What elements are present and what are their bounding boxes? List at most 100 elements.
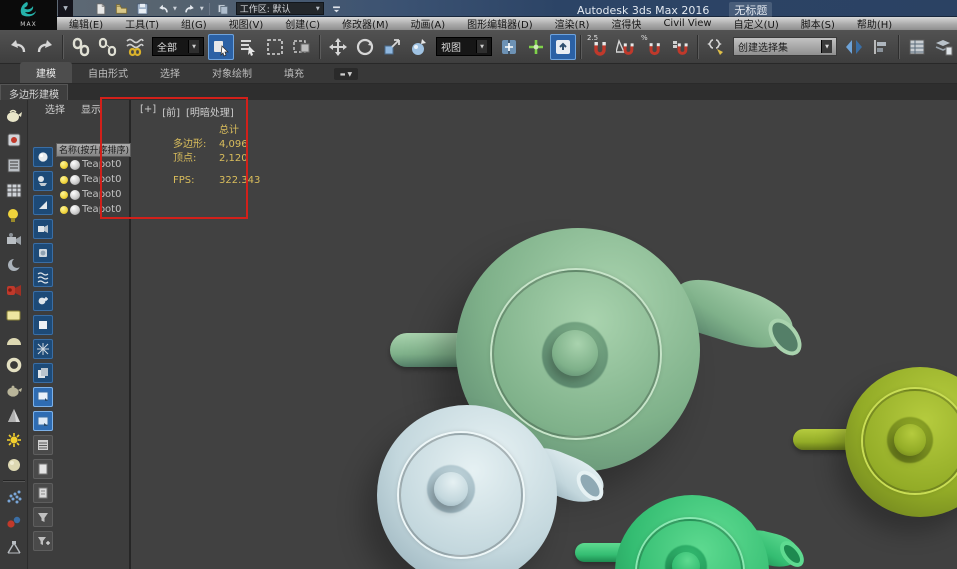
menu-help[interactable]: 帮助(H) — [846, 16, 903, 31]
layer-explorer-button[interactable] — [904, 34, 930, 60]
display-dome-icon[interactable] — [2, 329, 26, 351]
ribbon-tab-modeling[interactable]: 建模 — [20, 62, 72, 83]
select-and-rotate-button[interactable] — [352, 34, 378, 60]
explorer-menu-select[interactable]: 选择 — [45, 101, 65, 116]
select-and-place-button[interactable] — [406, 34, 432, 60]
redo-button[interactable] — [182, 2, 198, 16]
teapot-olive[interactable] — [793, 367, 957, 517]
menu-tools[interactable]: 工具(T) — [114, 16, 170, 31]
menu-views[interactable]: 视图(V) — [218, 16, 275, 31]
angle-snap-toggle[interactable] — [613, 34, 639, 60]
reference-coordinate-system-dropdown[interactable]: 视图 ▼ — [436, 37, 492, 56]
undo-dropdown-caret[interactable]: ▼ — [173, 6, 177, 12]
undo-button[interactable] — [155, 2, 171, 16]
menu-graph-editors[interactable]: 图形编辑器(D) — [456, 16, 544, 31]
menu-civil-view[interactable]: Civil View — [652, 18, 722, 29]
visibility-bulb-icon[interactable] — [60, 205, 68, 214]
ribbon-tab-object-paint[interactable]: 对象绘制 — [196, 62, 268, 83]
select-and-manipulate-button[interactable] — [523, 34, 549, 60]
filter-waves-icon[interactable] — [32, 267, 53, 287]
viewport-menu-general[interactable]: [+] — [140, 104, 156, 119]
list-item-teapot-2[interactable]: Teapot0 — [56, 172, 131, 187]
teapot-pale-blue[interactable] — [377, 405, 610, 569]
visibility-bulb-icon[interactable] — [60, 190, 68, 199]
ribbon-tab-freeform[interactable]: 自由形式 — [72, 62, 144, 83]
display-shapes-icon[interactable] — [2, 129, 26, 151]
display-cameras-icon[interactable] — [2, 229, 26, 251]
filter-sphere-icon[interactable] — [32, 243, 53, 263]
display-omni-light-icon[interactable] — [2, 429, 26, 451]
list-item-teapot-4[interactable]: Teapot0 — [56, 202, 131, 217]
percent-snap-toggle[interactable]: % — [640, 34, 666, 60]
keyboard-shortcut-override-toggle[interactable] — [550, 33, 576, 60]
display-lights-icon[interactable] — [2, 204, 26, 226]
redo-dropdown-caret[interactable]: ▼ — [200, 6, 204, 12]
spinner-snap-toggle[interactable] — [667, 34, 693, 60]
menu-renderfarm[interactable]: 渲得快 — [600, 16, 652, 31]
display-particles-icon[interactable] — [2, 486, 26, 508]
explorer-page-icon-2[interactable] — [32, 483, 53, 503]
explorer-window-toggle-1[interactable] — [32, 387, 53, 407]
display-ring-icon[interactable] — [2, 354, 26, 376]
logo-dropdown-caret[interactable]: ▼ — [58, 0, 73, 17]
menu-edit[interactable]: 编辑(E) — [58, 16, 114, 31]
list-item-teapot-3[interactable]: Teapot0 — [56, 187, 131, 202]
menu-animation[interactable]: 动画(A) — [400, 16, 457, 31]
manage-scene-states-button[interactable] — [931, 34, 957, 60]
menu-customize[interactable]: 自定义(U) — [723, 16, 790, 31]
explorer-list-view-icon[interactable] — [32, 435, 53, 455]
visibility-bulb-icon[interactable] — [60, 160, 68, 169]
edit-named-selection-sets-button[interactable] — [703, 34, 729, 60]
3dsmax-logo[interactable]: MAX — [0, 0, 57, 30]
select-by-name-button[interactable] — [235, 34, 261, 60]
toolbar-overflow-button[interactable] — [329, 2, 345, 16]
named-selection-sets-dropdown[interactable]: 创建选择集 ▼ — [733, 37, 837, 56]
filter-helpers-icon[interactable] — [32, 291, 53, 311]
filter-containers-icon[interactable] — [32, 363, 53, 383]
viewport-menu-pov[interactable]: [前] — [162, 104, 180, 119]
mirror-button[interactable] — [841, 34, 867, 60]
teapot-bright-green[interactable] — [575, 495, 809, 569]
display-bones-icon[interactable] — [2, 511, 26, 533]
open-file-button[interactable] — [113, 2, 129, 16]
display-spreadsheet-icon[interactable] — [2, 179, 26, 201]
select-and-scale-button[interactable] — [379, 34, 405, 60]
display-teapot-icon[interactable] — [2, 379, 26, 401]
selection-filter-dropdown[interactable]: 全部 ▼ — [152, 37, 204, 56]
rectangular-selection-region-button[interactable] — [262, 34, 288, 60]
save-file-button[interactable] — [134, 2, 150, 16]
explorer-filter-add-icon[interactable] — [32, 531, 53, 551]
display-geometry-icon[interactable] — [2, 104, 26, 126]
explorer-page-icon-1[interactable] — [32, 459, 53, 479]
filter-planes-icon[interactable] — [32, 315, 53, 335]
display-spacewarps-icon[interactable] — [2, 279, 26, 301]
select-object-button[interactable] — [208, 33, 234, 60]
menu-group[interactable]: 组(G) — [170, 16, 218, 31]
ribbon-tab-populate[interactable]: 填充 — [268, 62, 320, 83]
ribbon-minimize-toggle[interactable]: ▬ ▼ — [334, 68, 358, 80]
bind-to-space-warp-button[interactable] — [122, 34, 148, 60]
viewport-menu-shading[interactable]: [明暗处理] — [186, 104, 234, 119]
display-target-camera-icon[interactable] — [2, 536, 26, 558]
explorer-menu-display[interactable]: 显示 — [81, 101, 101, 116]
align-button[interactable] — [868, 34, 894, 60]
menu-create[interactable]: 创建(C) — [274, 16, 331, 31]
name-column-header[interactable]: 名称(按升序排序) — [56, 143, 131, 157]
visibility-bulb-icon[interactable] — [60, 175, 68, 184]
polygon-modeling-panel-tab[interactable]: 多边形建模 — [0, 84, 68, 101]
filter-shapes-icon[interactable] — [32, 171, 53, 191]
menu-modifiers[interactable]: 修改器(M) — [331, 16, 399, 31]
use-pivot-point-center-button[interactable] — [496, 34, 522, 60]
new-file-button[interactable] — [92, 2, 108, 16]
unlink-selection-button[interactable] — [95, 34, 121, 60]
display-sphere-icon[interactable] — [2, 454, 26, 476]
menu-scripting[interactable]: 脚本(S) — [790, 16, 846, 31]
window-crossing-toggle[interactable] — [289, 34, 315, 60]
project-folder-button[interactable] — [215, 2, 231, 16]
list-item-teapot-1[interactable]: Teapot0 — [56, 157, 131, 172]
display-lights-list-icon[interactable] — [2, 154, 26, 176]
filter-spacewarps-icon[interactable] — [32, 339, 53, 359]
ribbon-tab-selection[interactable]: 选择 — [144, 62, 196, 83]
display-cone-icon[interactable] — [2, 404, 26, 426]
explorer-filter-funnel-icon[interactable] — [32, 507, 53, 527]
